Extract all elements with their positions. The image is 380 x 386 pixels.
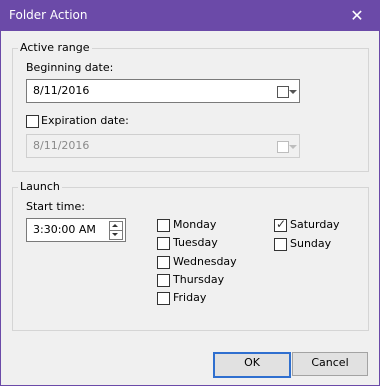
launch-label: Launch [18, 180, 62, 193]
sunday-checkbox[interactable] [274, 238, 287, 251]
wednesday-checkbox[interactable] [157, 256, 170, 269]
expiration-date-value: 8/11/2016 [33, 139, 90, 152]
chevron-down-icon [289, 90, 297, 94]
expiration-date-checkbox[interactable] [26, 115, 39, 128]
calendar-icon [277, 86, 289, 98]
chevron-down-icon [289, 145, 297, 149]
expiration-date-dropdown-button [275, 138, 297, 154]
active-range-label: Active range [18, 41, 92, 54]
start-time-input[interactable]: 3:30:00 AM [26, 218, 126, 242]
expiration-date-label: Expiration date: [41, 114, 129, 127]
ok-button[interactable]: OK [213, 352, 291, 378]
wednesday-label: Wednesday [173, 255, 237, 268]
title-bar: Folder Action ✕ [1, 1, 379, 31]
saturday-checkbox[interactable]: ✓ [274, 217, 287, 232]
monday-label: Monday [173, 218, 217, 231]
beginning-date-label: Beginning date: [26, 61, 114, 74]
arrow-down-icon [112, 233, 118, 236]
folder-action-dialog: Folder Action ✕ Active range Beginning d… [0, 0, 380, 386]
start-time-label: Start time: [26, 200, 85, 213]
cancel-button[interactable]: Cancel [292, 352, 368, 376]
friday-label: Friday [173, 291, 207, 304]
beginning-date-picker[interactable]: 8/11/2016 [26, 79, 300, 103]
monday-checkbox[interactable] [157, 219, 170, 232]
thursday-checkbox[interactable] [157, 274, 170, 287]
calendar-icon [277, 141, 289, 153]
saturday-label: Saturday [290, 218, 340, 231]
sunday-label: Sunday [290, 237, 332, 250]
arrow-up-icon [112, 224, 118, 227]
start-time-value: 3:30:00 AM [33, 223, 96, 236]
expiration-date-picker: 8/11/2016 [26, 134, 300, 158]
tuesday-checkbox[interactable] [157, 237, 170, 250]
window-title: Folder Action [9, 8, 88, 22]
checkmark-icon: ✓ [276, 217, 287, 231]
close-icon: ✕ [350, 6, 364, 25]
beginning-date-value: 8/11/2016 [33, 84, 90, 97]
tuesday-label: Tuesday [173, 236, 218, 249]
thursday-label: Thursday [173, 273, 225, 286]
close-button[interactable]: ✕ [335, 1, 379, 31]
friday-checkbox[interactable] [157, 292, 170, 305]
beginning-date-dropdown-button[interactable] [275, 83, 297, 99]
start-time-decrement[interactable] [109, 230, 123, 240]
